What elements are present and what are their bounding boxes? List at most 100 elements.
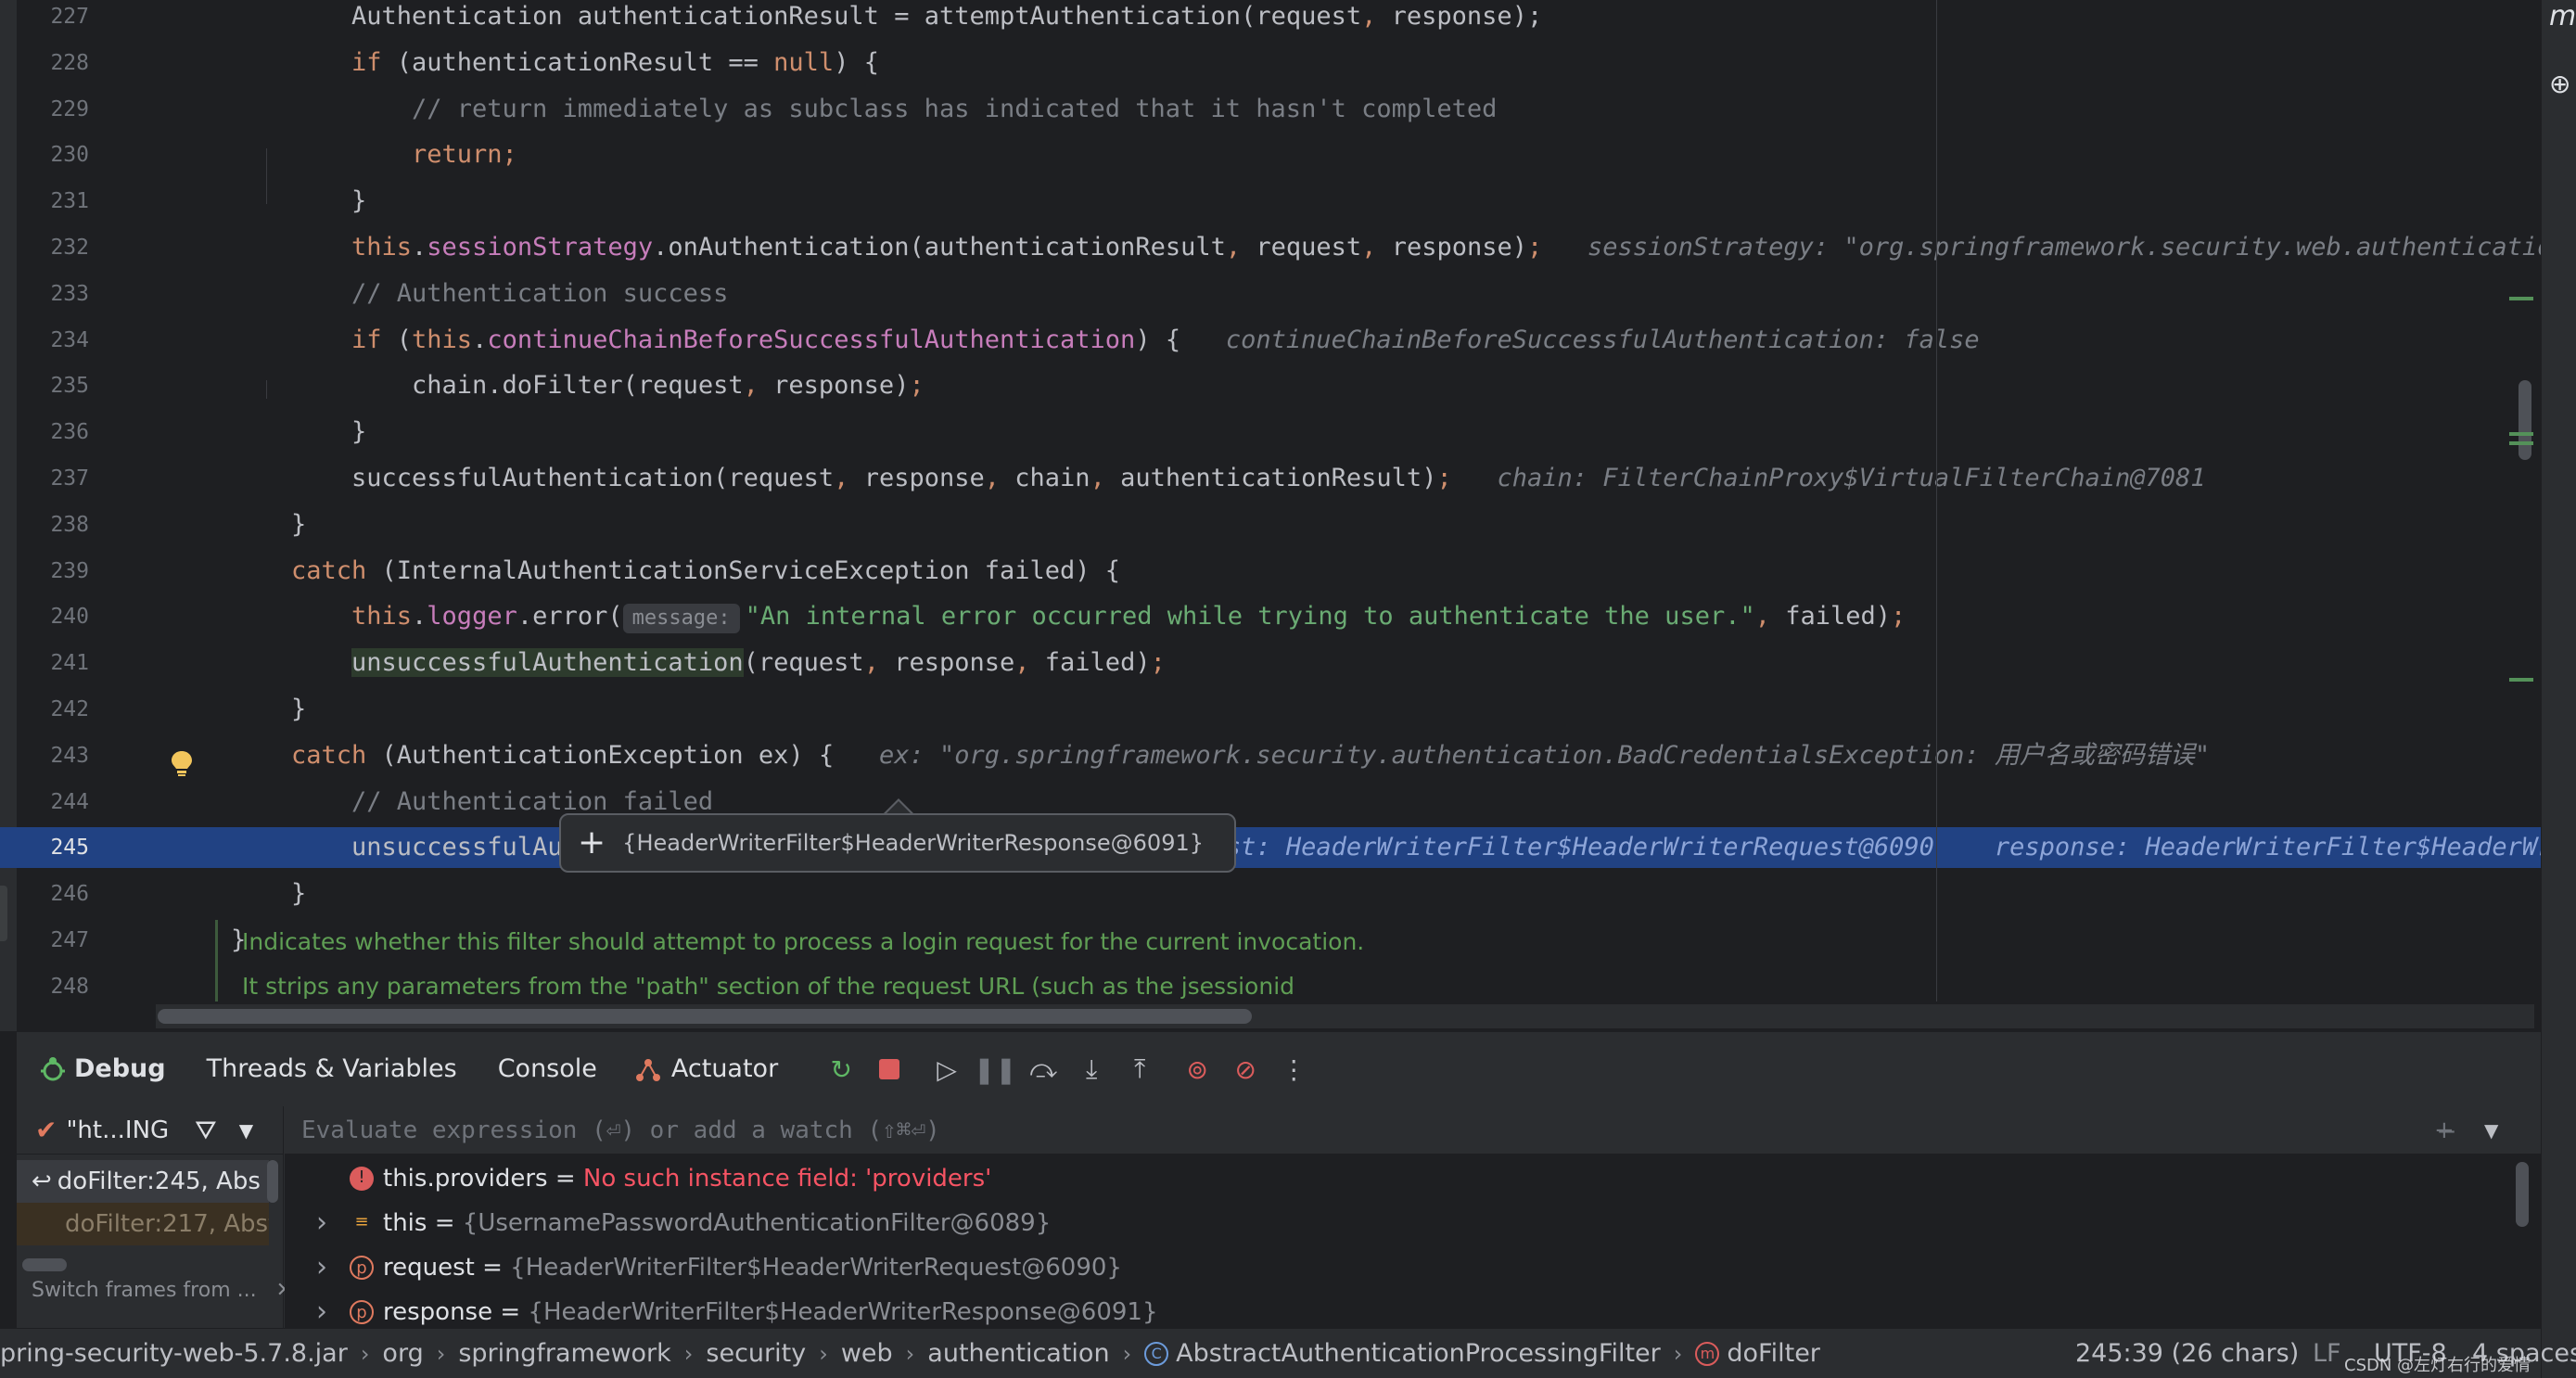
- code-line[interactable]: 240 this.logger.error(message: "An interna…: [0, 596, 2576, 637]
- rerun-icon[interactable]: ↻: [817, 1046, 865, 1092]
- scrollbar-thumb[interactable]: [158, 1009, 1252, 1024]
- line-number[interactable]: 236: [26, 412, 89, 453]
- code-line[interactable]: 237 successfulAuthentication(request, res…: [0, 458, 2576, 499]
- code-line[interactable]: 234 if (this.continueChainBeforeSuccessfu…: [0, 320, 2576, 361]
- filter-icon[interactable]: ⛛: [195, 1115, 217, 1146]
- view-breakpoints-icon[interactable]: ⊚: [1173, 1046, 1221, 1092]
- add-watch-icon[interactable]: +̶: [2434, 1116, 2455, 1144]
- variable-row[interactable]: ! this.providers = No such instance field…: [285, 1156, 2510, 1201]
- code-line[interactable]: 241 unsuccessfulAuthentication(request, r…: [0, 643, 2576, 683]
- change-marker[interactable]: [2509, 432, 2533, 436]
- chevron-down-icon[interactable]: ▼: [239, 1119, 253, 1142]
- chevron-right-icon[interactable]: ›: [316, 1245, 327, 1290]
- variable-row[interactable]: › p request = {HeaderWriterFilter$HeaderWr…: [285, 1245, 2510, 1290]
- change-marker[interactable]: [2509, 441, 2533, 445]
- tab-console[interactable]: Console: [478, 1032, 618, 1106]
- code-line[interactable]: 233 // Authentication success: [0, 274, 2576, 314]
- line-number[interactable]: 235: [26, 365, 89, 406]
- step-into-icon[interactable]: ⤓: [1067, 1046, 1116, 1092]
- breadcrumb-item[interactable]: pring-security-web-5.7.8.jar: [0, 1339, 348, 1368]
- line-number[interactable]: 248: [26, 966, 89, 1007]
- line-number[interactable]: 234: [26, 320, 89, 361]
- variables-scrollbar-thumb[interactable]: [2516, 1162, 2529, 1227]
- notifications-icon[interactable]: m: [2549, 0, 2576, 32]
- line-number[interactable]: 243: [26, 735, 89, 776]
- line-number[interactable]: 246: [26, 874, 89, 914]
- stack-frame[interactable]: ↩ doFilter:245, Abs: [17, 1160, 269, 1203]
- frames-scrollbar-thumb[interactable]: [267, 1160, 278, 1203]
- inline-debug-value[interactable]: continueChainBeforeSuccessfulAuthenticat…: [1180, 325, 1980, 354]
- line-number[interactable]: 232: [26, 227, 89, 268]
- code-line[interactable]: 231}: [0, 181, 2576, 222]
- globe-icon[interactable]: ⊕: [2549, 69, 2573, 99]
- lightbulb-icon[interactable]: [169, 749, 195, 777]
- more-options-icon[interactable]: ⋮: [1269, 1046, 1318, 1092]
- stack-frame[interactable]: doFilter:217, Abst: [17, 1203, 269, 1245]
- value-tooltip[interactable]: + {HeaderWriterFilter$HeaderWriterRespon…: [559, 813, 1236, 873]
- line-number[interactable]: 228: [26, 43, 89, 83]
- variable-row[interactable]: › ≡ this = {UsernamePasswordAuthentication…: [285, 1201, 2510, 1245]
- code-line[interactable]: 227 Authentication authenticationResult =…: [0, 0, 2576, 37]
- line-number[interactable]: 241: [26, 643, 89, 683]
- expand-plus-icon[interactable]: +: [578, 826, 606, 860]
- inline-debug-value[interactable]: chain: FilterChainProxy$VirtualFilterCha…: [1452, 464, 2205, 492]
- tab-actuator[interactable]: Actuator: [662, 1032, 798, 1106]
- code-line[interactable]: 235 chain.doFilter(request, response);: [0, 365, 2576, 406]
- editor-horizontal-scrollbar[interactable]: [156, 1004, 2534, 1028]
- line-number[interactable]: 237: [26, 458, 89, 499]
- line-number[interactable]: 230: [26, 134, 89, 175]
- change-marker[interactable]: [2509, 678, 2533, 682]
- inline-debug-value[interactable]: sessionStrategy: "org.springframework.se…: [1542, 233, 2576, 262]
- code-editor[interactable]: 227 Authentication authenticationResult =…: [0, 0, 2576, 1031]
- resume-icon[interactable]: ▷: [923, 1046, 971, 1092]
- line-number[interactable]: 245: [26, 827, 89, 868]
- step-over-icon[interactable]: ⤼: [1019, 1046, 1067, 1092]
- line-number[interactable]: 231: [26, 181, 89, 222]
- code-line[interactable]: 228 if (authenticationResult == null) {: [0, 43, 2576, 83]
- code-line[interactable]: 242}: [0, 689, 2576, 730]
- code-line[interactable]: 245unsuccessfulAuthentication(request, r…: [0, 827, 2576, 869]
- line-number[interactable]: 229: [26, 89, 89, 130]
- code-line[interactable]: 238}: [0, 504, 2576, 545]
- breadcrumb-item[interactable]: springframework: [458, 1339, 670, 1368]
- caret-position[interactable]: 245:39 (26 chars): [2075, 1329, 2299, 1378]
- thread-selector[interactable]: ✔ "ht...ING ⛛ ▼: [17, 1106, 284, 1155]
- line-number[interactable]: 233: [26, 274, 89, 314]
- code-line[interactable]: 230 return;: [0, 134, 2576, 175]
- line-number[interactable]: 247: [26, 920, 89, 961]
- tab-threads-variables[interactable]: Threads & Variables: [186, 1032, 478, 1106]
- line-number[interactable]: 240: [26, 596, 89, 637]
- breadcrumb-item[interactable]: AbstractAuthenticationProcessingFilter: [1176, 1339, 1661, 1368]
- code-line[interactable]: 236}: [0, 412, 2576, 453]
- line-number[interactable]: 239: [26, 551, 89, 592]
- code-line[interactable]: 246}: [0, 874, 2576, 914]
- stop-icon[interactable]: [865, 1046, 913, 1092]
- breadcrumb-item[interactable]: authentication: [927, 1339, 1109, 1368]
- pause-icon[interactable]: ❚❚: [971, 1046, 1019, 1092]
- code-line[interactable]: 232 this.sessionStrategy.onAuthentication…: [0, 227, 2576, 268]
- step-out-icon[interactable]: ⤒: [1116, 1046, 1164, 1092]
- editor-vertical-scrollbar-thumb[interactable]: [2519, 380, 2531, 460]
- code-line[interactable]: 243 catch (AuthenticationException ex) { …: [0, 735, 2576, 776]
- switch-frames-hint[interactable]: Switch frames from ... ✕: [32, 1279, 293, 1302]
- inline-debug-value[interactable]: ex: "org.springframework.security.authen…: [834, 741, 2210, 770]
- inline-debug-value[interactable]: request: HeaderWriterFilter$HeaderWriter…: [1105, 833, 2576, 861]
- mute-breakpoints-icon[interactable]: ⊘: [1221, 1046, 1269, 1092]
- chevron-right-icon[interactable]: ›: [316, 1201, 327, 1245]
- breadcrumb-item[interactable]: org: [382, 1339, 423, 1368]
- code-line[interactable]: 244 // Authentication failed: [0, 782, 2576, 823]
- chevron-down-icon[interactable]: ▼: [2484, 1119, 2498, 1142]
- line-separator[interactable]: LF: [2313, 1329, 2341, 1378]
- breadcrumb-item[interactable]: doFilter: [1727, 1339, 1820, 1368]
- frames-horizontal-scrollbar-thumb[interactable]: [22, 1258, 67, 1271]
- line-number[interactable]: 227: [26, 0, 89, 37]
- evaluate-expression-input[interactable]: Evaluate expression (⏎) or add a watch (…: [285, 1106, 2541, 1155]
- line-number[interactable]: 238: [26, 504, 89, 545]
- code-line[interactable]: 229 // return immediately as subclass has…: [0, 89, 2576, 130]
- line-number[interactable]: 244: [26, 782, 89, 823]
- breadcrumb-item[interactable]: security: [706, 1339, 806, 1368]
- line-number[interactable]: 242: [26, 689, 89, 730]
- code-line[interactable]: 239 catch (InternalAuthenticationServiceE…: [0, 551, 2576, 592]
- change-marker[interactable]: [2509, 297, 2533, 300]
- breadcrumb-item[interactable]: web: [841, 1339, 893, 1368]
